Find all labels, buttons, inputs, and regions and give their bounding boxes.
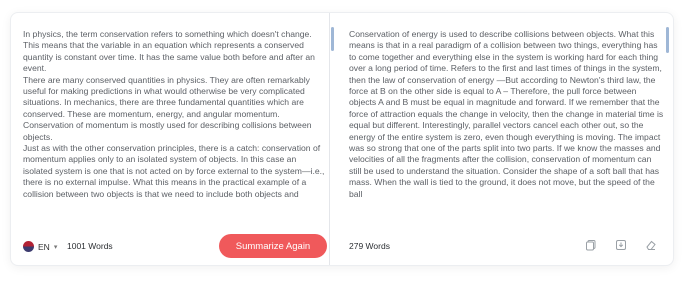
panel-divider	[329, 13, 330, 265]
output-scrollbar[interactable]	[666, 27, 669, 53]
input-panel: In physics, the term conservation refers…	[11, 13, 329, 265]
output-word-count: 279 Words	[349, 241, 390, 251]
output-actions	[585, 239, 657, 251]
input-word-count: 1001 Words	[67, 241, 113, 251]
language-selector[interactable]: EN ▾	[23, 241, 57, 252]
chevron-down-icon: ▾	[53, 243, 58, 251]
copy-icon[interactable]	[585, 239, 597, 251]
us-flag-icon	[23, 241, 34, 252]
input-paragraph: Conservation of momentum is mostly used …	[23, 120, 312, 142]
output-panel: Conservation of energy is used to descri…	[331, 13, 673, 265]
summarizer-card: In physics, the term conservation refers…	[10, 12, 674, 266]
input-footer: EN ▾ 1001 Words Summarize Again	[11, 229, 329, 265]
language-label: EN	[38, 241, 50, 252]
input-paragraph: There are many conserved quantities in p…	[23, 74, 310, 119]
input-paragraph: Just as with the other conservation prin…	[23, 143, 325, 199]
input-text[interactable]: In physics, the term conservation refers…	[23, 29, 325, 225]
summary-text: Conservation of energy is used to descri…	[349, 29, 664, 199]
erase-icon[interactable]	[645, 239, 657, 251]
download-icon[interactable]	[615, 239, 627, 251]
summarize-again-button[interactable]: Summarize Again	[219, 234, 327, 258]
input-paragraph: In physics, the term conservation refers…	[23, 29, 315, 74]
output-footer: 279 Words	[331, 229, 673, 265]
